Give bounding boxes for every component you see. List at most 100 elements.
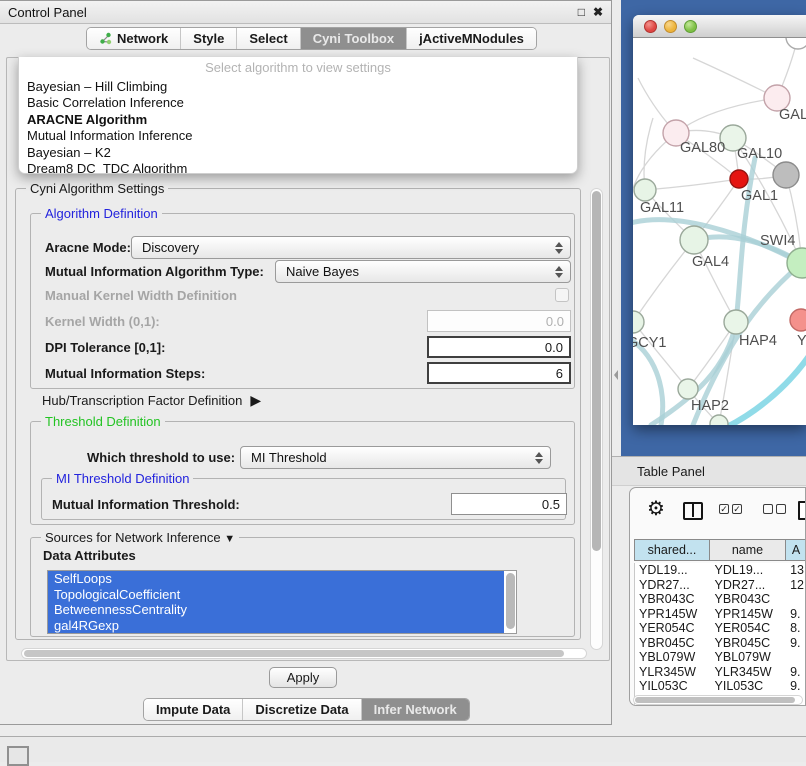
manual-kernel-checkbox[interactable] [555, 288, 569, 302]
sources-group: Sources for Network Inference ▼ Data Att… [30, 537, 575, 637]
network-edge[interactable] [693, 58, 777, 98]
network-node[interactable] [633, 311, 644, 333]
minimized-panel-icon[interactable] [7, 746, 29, 766]
table-row[interactable]: YBR045CYBR045C9. [635, 636, 806, 651]
mi-threshold-input[interactable]: 0.5 [451, 493, 567, 515]
cyni-algorithm-settings-group: Cyni Algorithm Settings Algorithm Defini… [15, 188, 581, 640]
algorithm-option[interactable]: Bayesian – K2 [19, 145, 577, 161]
close-panel-icon[interactable]: ✖ [593, 5, 603, 19]
algorithm-option[interactable]: Dream8 DC_TDC Algorithm [19, 161, 577, 174]
table-cell: YBL079W [711, 650, 787, 665]
table-cell: 13 [786, 563, 806, 578]
mi-algorithm-type-combo[interactable]: Naive Bayes [275, 260, 571, 283]
tab-discretize-data[interactable]: Discretize Data [242, 699, 360, 720]
unchecked-pair-icon[interactable] [763, 504, 786, 514]
network-edge[interactable] [633, 240, 694, 322]
panel-divider-handle[interactable] [614, 370, 618, 380]
sources-group-title: Sources for Network Inference ▼ [41, 530, 239, 545]
table-row[interactable]: YDL19...YDL19...13 [635, 563, 806, 578]
list-scrollbar[interactable] [506, 573, 515, 629]
tab-network[interactable]: Network [87, 28, 180, 49]
mi-steps-value: 6 [556, 366, 563, 381]
algorithm-definition-group: Algorithm Definition Aracne Mode: Discov… [30, 213, 575, 389]
aracne-mode-combo[interactable]: Discovery [131, 236, 571, 259]
algorithm-option[interactable]: Basic Correlation Inference [19, 95, 577, 111]
network-edge[interactable] [645, 179, 739, 190]
tab-impute-data[interactable]: Impute Data [144, 699, 242, 720]
network-edge[interactable] [651, 158, 755, 425]
table-row[interactable]: YBL079WYBL079W [635, 650, 806, 665]
aracne-mode-label: Aracne Mode: [45, 240, 131, 255]
network-node[interactable] [680, 226, 708, 254]
column-header-partial[interactable]: A [786, 539, 806, 561]
network-node[interactable] [724, 310, 748, 334]
network-svg[interactable]: GALGAL80GAL10GAL1GAL11SWI4GAL4GCY1HAP4YH… [633, 38, 806, 425]
threshold-definition-group: Threshold Definition Which threshold to … [30, 421, 575, 525]
settings-horizontal-scrollbar[interactable] [21, 648, 587, 659]
apply-button[interactable]: Apply [269, 667, 337, 688]
table-cell: YDL19... [711, 563, 787, 578]
network-node[interactable] [790, 309, 806, 331]
node-label: HAP2 [691, 398, 729, 414]
expand-arrow-icon[interactable]: ▶ [250, 392, 261, 409]
network-node[interactable] [773, 162, 799, 188]
tab-style[interactable]: Style [180, 28, 236, 49]
tab-infer-network[interactable]: Infer Network [361, 699, 469, 720]
algorithm-dropdown-placeholder: Select algorithm to view settings [19, 57, 577, 79]
minimize-window-icon[interactable] [664, 20, 677, 33]
table-cell: YBL079W [635, 650, 711, 665]
data-attribute-item[interactable]: BetweennessCentrality [48, 602, 504, 618]
aracne-mode-value: Discovery [142, 240, 199, 255]
data-attributes-list[interactable]: SelfLoopsTopologicalCoefficientBetweenne… [47, 570, 517, 634]
mi-algorithm-type-value: Naive Bayes [286, 264, 359, 279]
column-header-shared-name[interactable]: shared... [634, 539, 710, 561]
file-icon[interactable] [798, 501, 806, 520]
table-cell: YER054C [635, 621, 711, 636]
algorithm-option[interactable]: ARACNE Algorithm [19, 112, 577, 128]
close-window-icon[interactable] [644, 20, 657, 33]
data-attribute-item[interactable]: SelfLoops [48, 571, 504, 587]
tab-select[interactable]: Select [236, 28, 299, 49]
table-row[interactable]: YLR345WYLR345W9. [635, 665, 806, 680]
network-window-titlebar[interactable] [633, 15, 806, 38]
node-label: GAL80 [680, 140, 725, 156]
mi-steps-input[interactable]: 6 [427, 362, 571, 384]
control-panel-titlebar: Control Panel □ ✖ [0, 1, 611, 24]
table-row[interactable]: YDR27...YDR27...12 [635, 578, 806, 593]
data-attribute-item[interactable]: TopologicalCoefficient [48, 587, 504, 603]
zoom-window-icon[interactable] [684, 20, 697, 33]
algorithm-option[interactable]: Bayesian – Hill Climbing [19, 79, 577, 95]
network-edge[interactable] [725, 356, 806, 425]
network-node[interactable] [634, 179, 656, 201]
algorithm-option[interactable]: Mutual Information Inference [19, 128, 577, 144]
table-row[interactable]: YPR145WYPR145W9. [635, 607, 806, 622]
table-row[interactable]: YIL053CYIL053C9. [635, 679, 806, 694]
which-threshold-combo[interactable]: MI Threshold [240, 446, 551, 469]
table-horizontal-scrollbar[interactable] [633, 695, 803, 705]
network-node[interactable] [786, 38, 806, 49]
tab-jactivemnodules-label: jActiveMNodules [419, 31, 524, 46]
network-edge[interactable] [633, 338, 663, 425]
settings-vertical-scrollbar[interactable] [590, 188, 603, 650]
kernel-width-input[interactable]: 0.0 [427, 310, 571, 332]
tab-jactivemnodules[interactable]: jActiveMNodules [406, 28, 536, 49]
network-node[interactable] [678, 379, 698, 399]
data-attribute-item[interactable]: gal4RGexp [48, 618, 504, 634]
table-cell: 8. [786, 621, 806, 636]
float-panel-icon[interactable]: □ [578, 5, 585, 19]
node-label: GAL [779, 107, 806, 123]
network-node[interactable] [710, 415, 728, 425]
checked-pair-icon[interactable]: ✓✓ [719, 504, 742, 514]
mi-threshold-label: Mutual Information Threshold: [52, 497, 240, 512]
gear-icon[interactable]: ⚙ [647, 499, 665, 519]
hub-tf-definition-section[interactable]: Hub/Transcription Factor Definition ▶ [42, 392, 261, 409]
collapse-arrow-icon[interactable]: ▼ [224, 533, 235, 545]
dpi-tolerance-input[interactable]: 0.0 [427, 336, 571, 358]
split-columns-icon[interactable] [683, 502, 703, 520]
network-node[interactable] [730, 170, 748, 188]
table-row[interactable]: YBR043CYBR043C [635, 592, 806, 607]
column-header-name[interactable]: name [710, 539, 786, 561]
table-cell [786, 650, 806, 665]
table-row[interactable]: YER054CYER054C8. [635, 621, 806, 636]
tab-cyni-toolbox[interactable]: Cyni Toolbox [300, 28, 406, 49]
